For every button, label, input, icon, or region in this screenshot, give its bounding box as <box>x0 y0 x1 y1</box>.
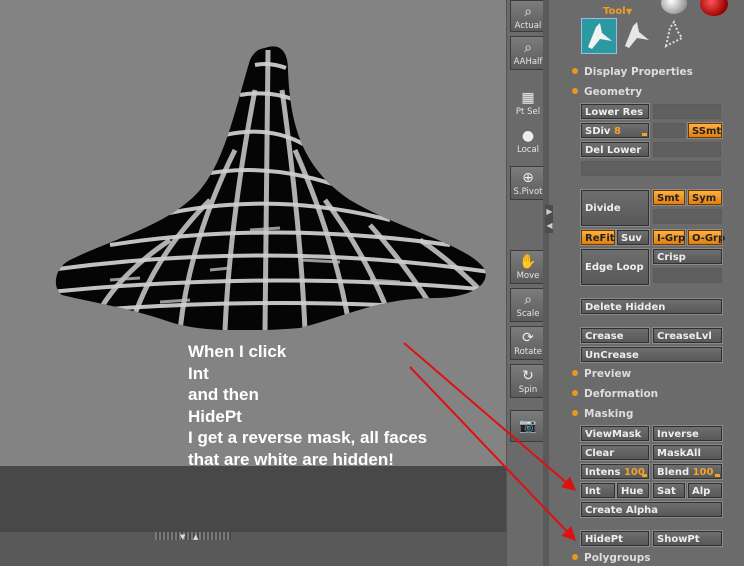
spivot-button[interactable]: ⊕ S.Pivot <box>510 166 546 200</box>
rotate-icon: ⟳ <box>522 330 534 346</box>
int-button[interactable]: Int <box>580 482 616 499</box>
tray-strip <box>0 532 506 566</box>
pivot-icon: ⊕ <box>522 170 534 186</box>
disabled-sub-row-2 <box>653 268 722 283</box>
sdiv-slider[interactable]: SDiv 8 <box>580 122 650 139</box>
annotation-line: that are white are hidden! <box>188 449 394 469</box>
section-dot-icon <box>572 370 578 376</box>
display-properties-section[interactable]: Display Properties <box>572 66 693 78</box>
disabled-row <box>581 161 721 176</box>
canvas-bottom-bar <box>0 466 506 532</box>
delete-hidden-button[interactable]: Delete Hidden <box>580 298 723 315</box>
spin-button[interactable]: ↻ Spin <box>510 364 546 398</box>
slider-fill <box>642 474 647 477</box>
section-dot-icon <box>572 390 578 396</box>
uncrease-button[interactable]: UnCrease <box>580 346 723 363</box>
annotation-text: When I click Int and then HidePt I get a… <box>188 341 427 470</box>
aahalf-button[interactable]: ⌕ AAHalf <box>510 36 546 70</box>
rotate-button[interactable]: ⟳ Rotate <box>510 326 546 360</box>
section-dot-icon <box>572 410 578 416</box>
geometry-section[interactable]: Geometry <box>572 86 642 98</box>
tool-thumbnail-3[interactable] <box>656 18 690 52</box>
grid-icon: ▦ <box>521 90 535 106</box>
lower-res-button[interactable]: Lower Res <box>580 103 650 120</box>
expand-up-icon: ▲ <box>193 533 199 541</box>
camera-button[interactable]: 📷 <box>510 410 546 442</box>
move-button[interactable]: ✋ Move <box>510 250 546 284</box>
local-button[interactable]: ● Local <box>510 124 546 156</box>
igrp-toggle[interactable]: I-Grp <box>652 229 686 246</box>
magnifier-half-icon: ⌕ <box>524 40 532 56</box>
refit-toggle[interactable]: ReFit <box>580 229 616 246</box>
higher-res-button-disabled <box>653 104 721 119</box>
del-higher-button-disabled <box>653 142 721 157</box>
magnifier-icon: ⌕ <box>524 4 532 20</box>
section-dot-icon <box>572 554 578 560</box>
alp-button[interactable]: Alp <box>687 482 723 499</box>
sym-toggle[interactable]: Sym <box>687 189 723 206</box>
annotation-line: HidePt <box>188 406 242 426</box>
annotation-line: When I click <box>188 342 287 361</box>
showpt-button[interactable]: ShowPt <box>652 530 723 547</box>
tool-thumbnail-2[interactable] <box>619 18 653 52</box>
annotation-line: I get a reverse mask, all faces <box>188 428 428 447</box>
section-dot-icon <box>572 88 578 94</box>
scale-icon: ⌕ <box>524 292 532 308</box>
maskall-button[interactable]: MaskAll <box>652 444 723 461</box>
edge-loop-button[interactable]: Edge Loop <box>580 248 650 286</box>
hidept-button[interactable]: HidePt <box>580 530 650 547</box>
clear-button[interactable]: Clear <box>580 444 650 461</box>
blend-slider[interactable]: Blend 100 <box>652 463 723 480</box>
suv-toggle[interactable]: Suv <box>616 229 650 246</box>
spin-icon: ↻ <box>522 368 534 384</box>
intens-slider[interactable]: Intens 100 <box>580 463 650 480</box>
section-dot-icon <box>572 68 578 74</box>
chevron-down-icon: ▼ <box>626 7 633 16</box>
cage-button-disabled <box>653 123 685 138</box>
preview-section[interactable]: Preview <box>572 368 631 380</box>
smt-toggle[interactable]: Smt <box>652 189 686 206</box>
camera-icon: 📷 <box>519 418 537 434</box>
sat-button[interactable]: Sat <box>652 482 686 499</box>
slider-fill <box>715 474 720 477</box>
hand-icon: ✋ <box>519 254 537 270</box>
crease-button[interactable]: Crease <box>580 327 650 344</box>
polygroups-section[interactable]: Polygroups <box>572 552 651 564</box>
viewmask-toggle[interactable]: ViewMask <box>580 425 650 442</box>
disabled-sub-row <box>653 209 722 224</box>
panel-divider <box>543 0 549 566</box>
deformation-section[interactable]: Deformation <box>572 388 658 400</box>
actual-button[interactable]: ⌕ Actual <box>510 0 546 32</box>
create-alpha-button[interactable]: Create Alpha <box>580 501 723 518</box>
current-tool-thumbnail[interactable] <box>581 18 617 54</box>
ssmt-toggle[interactable]: SSmt <box>687 122 723 139</box>
expand-down-icon: ▼ <box>180 533 186 541</box>
ogrp-toggle[interactable]: O-Grp <box>687 229 725 246</box>
del-lower-button[interactable]: Del Lower <box>580 141 650 158</box>
tool-menu-label[interactable]: Tool <box>603 6 626 17</box>
scale-button[interactable]: ⌕ Scale <box>510 288 546 322</box>
masking-section[interactable]: Masking <box>572 408 633 420</box>
annotation-line: and then <box>188 385 259 404</box>
inverse-button[interactable]: Inverse <box>652 425 723 442</box>
local-sphere-icon: ● <box>521 128 535 144</box>
crisp-toggle[interactable]: Crisp <box>652 248 723 265</box>
divide-button[interactable]: Divide <box>580 189 650 227</box>
pt-sel-button[interactable]: ▦ Pt Sel <box>510 86 546 118</box>
slider-fill <box>642 133 647 136</box>
creaselvl-slider[interactable]: CreaseLvl <box>652 327 723 344</box>
annotation-line: Int <box>188 363 209 383</box>
3d-mesh-model[interactable] <box>50 40 490 330</box>
hue-button[interactable]: Hue <box>616 482 650 499</box>
